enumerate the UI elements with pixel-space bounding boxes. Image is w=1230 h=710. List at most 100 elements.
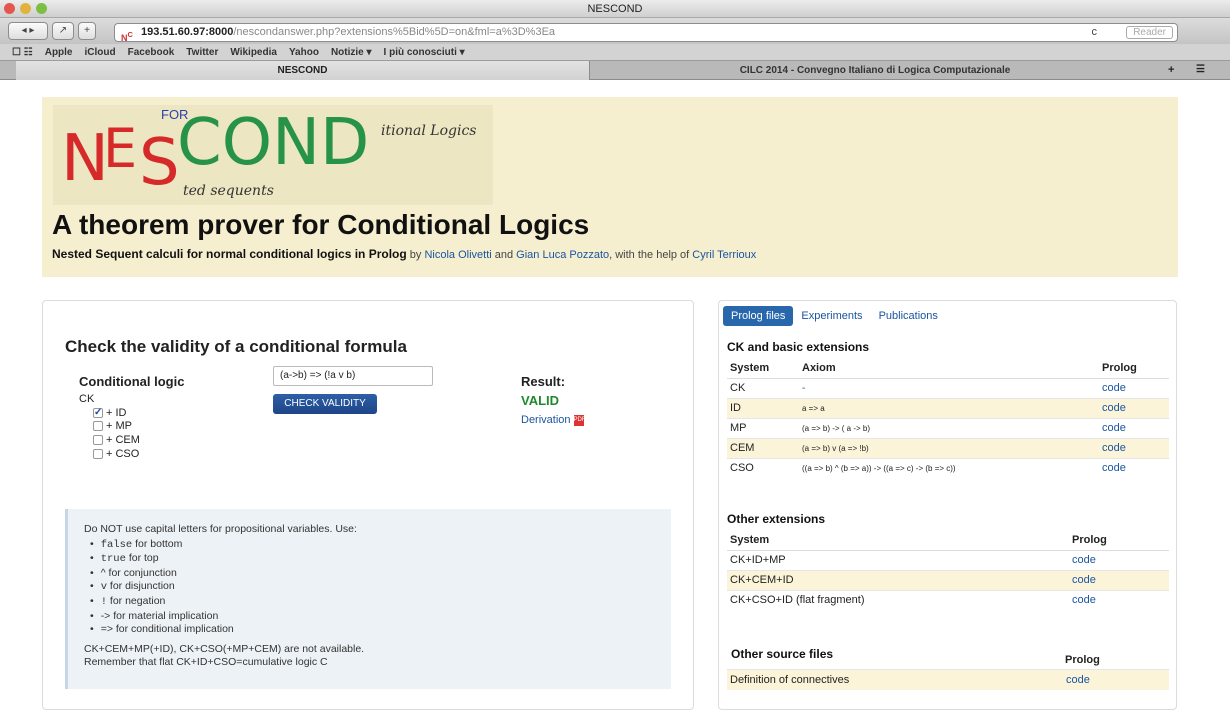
cell-axiom: - — [799, 377, 1099, 398]
reader-button[interactable]: Reader — [1126, 26, 1173, 39]
bookmark-item[interactable]: Apple — [45, 44, 73, 60]
syntax-text: for conditional implication — [112, 623, 234, 636]
author-link-pozzato[interactable]: Gian Luca Pozzato — [516, 249, 609, 261]
new-tab-plus-icon[interactable]: + — [1168, 64, 1174, 76]
zoom-window-button[interactable] — [36, 3, 47, 14]
list-item: ^ for conjunction — [84, 567, 671, 581]
code-link[interactable]: code — [1099, 457, 1169, 478]
syntax-text: for disjunction — [107, 580, 175, 593]
checkbox-cso[interactable] — [93, 449, 103, 459]
option-mp-label: + MP — [106, 420, 132, 432]
tab-cilc[interactable]: CILC 2014 - Convegno Italiano di Logica … — [590, 61, 1160, 80]
checkbox-cem[interactable] — [93, 435, 103, 445]
table-row: CK - code — [727, 377, 1169, 398]
hint-note-availability: CK+CEM+MP(+ID), CK+CSO(+MP+CEM) are not … — [84, 642, 365, 655]
tab-publications[interactable]: Publications — [871, 306, 946, 326]
checkbox-id[interactable]: ✓ — [93, 408, 103, 418]
section-ck-basic: CK and basic extensions — [727, 340, 870, 354]
code-link[interactable]: code — [1099, 377, 1169, 398]
bookmark-item[interactable]: Notizie ▾ — [331, 44, 372, 60]
option-mp[interactable]: + MP — [93, 420, 132, 432]
list-item: -> for material implication — [84, 610, 671, 624]
window-title: NESCOND — [587, 3, 643, 15]
cell-axiom: ((a => b) ^ (b => a)) -> ((a => c) -> (b… — [799, 457, 1099, 478]
window-titlebar: NESCOND — [0, 0, 1230, 18]
list-item: true for top — [84, 552, 671, 567]
tab-overview-icon[interactable]: ☰ — [1196, 64, 1205, 75]
bookmark-item[interactable]: I più conosciuti ▾ — [384, 44, 465, 60]
cell-axiom: (a => b) -> ( a -> b) — [799, 417, 1099, 438]
logo-letter-s: S — [139, 126, 180, 200]
code-link[interactable]: code — [1063, 669, 1169, 690]
logo-letter-n: N — [61, 122, 109, 196]
check-validity-button[interactable]: CHECK VALIDITY — [273, 394, 377, 414]
subtitle-help: , with the help of — [609, 249, 693, 261]
bookmarks-icon[interactable]: ☐ ☷ — [12, 44, 33, 60]
pdf-icon[interactable]: PDF — [573, 414, 586, 426]
code-link[interactable]: code — [1099, 437, 1169, 458]
traffic-lights — [4, 3, 47, 14]
cell-system: CSO — [727, 457, 799, 478]
option-cso[interactable]: + CSO — [93, 448, 139, 460]
resources-panel: Prolog files Experiments Publications CK… — [718, 300, 1177, 710]
resources-tabs: Prolog files Experiments Publications — [723, 306, 946, 326]
back-forward-buttons[interactable]: ◂ ▸ — [8, 22, 48, 40]
logo-cond: COND — [177, 106, 370, 180]
bookmark-item[interactable]: Yahoo — [289, 44, 319, 60]
table-ck-extensions: System Axiom Prolog CK - code ID a => a code… — [727, 359, 1169, 478]
derivation-label[interactable]: Derivation — [521, 414, 571, 426]
validity-title: Check the validity of a conditional form… — [65, 337, 407, 356]
syntax-text: for material implication — [110, 609, 219, 622]
result-label: Result: — [521, 374, 566, 389]
syntax-symbol: => — [100, 623, 113, 636]
bookmark-item[interactable]: iCloud — [85, 44, 116, 60]
option-id[interactable]: ✓ + ID — [93, 407, 126, 419]
table-row: CK+ID+MP code — [727, 549, 1169, 570]
bookmark-item[interactable]: Wikipedia — [230, 44, 277, 60]
minimize-window-button[interactable] — [20, 3, 31, 14]
col-axiom: Axiom — [799, 359, 1099, 379]
derivation-link[interactable]: Derivation PDF — [521, 414, 586, 426]
col-prolog: Prolog — [1069, 531, 1169, 551]
address-bar[interactable]: NC 193.51.60.97:8000/nescondanswer.php?e… — [114, 23, 1178, 43]
result-value: VALID — [521, 393, 560, 408]
syntax-symbol: true — [100, 553, 126, 566]
url-path: /nescondanswer.php?extensions%5Bid%5D=on… — [233, 26, 556, 38]
list-item: ! for negation — [84, 595, 671, 610]
bookmark-item[interactable]: Facebook — [128, 44, 175, 60]
list-item: v for disjunction — [84, 580, 671, 595]
subtitle-bold: Nested Sequent calculi for normal condit… — [52, 247, 407, 261]
checkbox-mp[interactable] — [93, 421, 103, 431]
bookmark-item[interactable]: Twitter — [186, 44, 218, 60]
share-icon[interactable]: ↗ — [52, 22, 74, 40]
logo-ted: ted sequents — [183, 183, 274, 199]
bookmarks-bar: ☐ ☷ Apple iCloud Facebook Twitter Wikipe… — [0, 44, 1230, 61]
table-source-files: Definition of connectives code — [727, 669, 1169, 690]
ck-label: CK — [79, 393, 95, 405]
code-link[interactable]: code — [1069, 589, 1169, 610]
option-cem[interactable]: + CEM — [93, 434, 140, 446]
hint-intro: Do NOT use capital letters for propositi… — [84, 523, 357, 535]
section-other-extensions: Other extensions — [727, 512, 826, 526]
cell-system: CK+ID+MP — [727, 549, 1069, 570]
cell-system: CK+CEM+ID — [727, 569, 1069, 590]
reload-icon[interactable]: c — [1092, 24, 1098, 41]
tab-experiments[interactable]: Experiments — [793, 306, 870, 326]
code-link[interactable]: code — [1069, 569, 1169, 590]
col-system: System — [727, 531, 1069, 551]
code-link[interactable]: code — [1099, 417, 1169, 438]
table-row: CK+CSO+ID (flat fragment) code — [727, 589, 1169, 610]
tab-prolog-files[interactable]: Prolog files — [723, 306, 794, 326]
code-link[interactable]: code — [1069, 549, 1169, 570]
author-link-terrioux[interactable]: Cyril Terrioux — [692, 249, 756, 261]
new-tab-button[interactable]: + — [78, 22, 96, 40]
formula-input[interactable]: (a->b) => (!a v b) — [273, 366, 433, 386]
close-window-button[interactable] — [4, 3, 15, 14]
page-content: N E S FOR COND itional Logics ted sequen… — [0, 80, 1230, 710]
author-link-olivetti[interactable]: Nicola Olivetti — [424, 249, 491, 261]
table-row: Definition of connectives code — [727, 669, 1169, 690]
code-link[interactable]: code — [1099, 397, 1169, 418]
table-row: CSO ((a => b) ^ (b => a)) -> ((a => c) ->… — [727, 457, 1169, 478]
subtitle-by: by — [406, 249, 425, 261]
tab-nescond[interactable]: NESCOND — [16, 61, 590, 80]
